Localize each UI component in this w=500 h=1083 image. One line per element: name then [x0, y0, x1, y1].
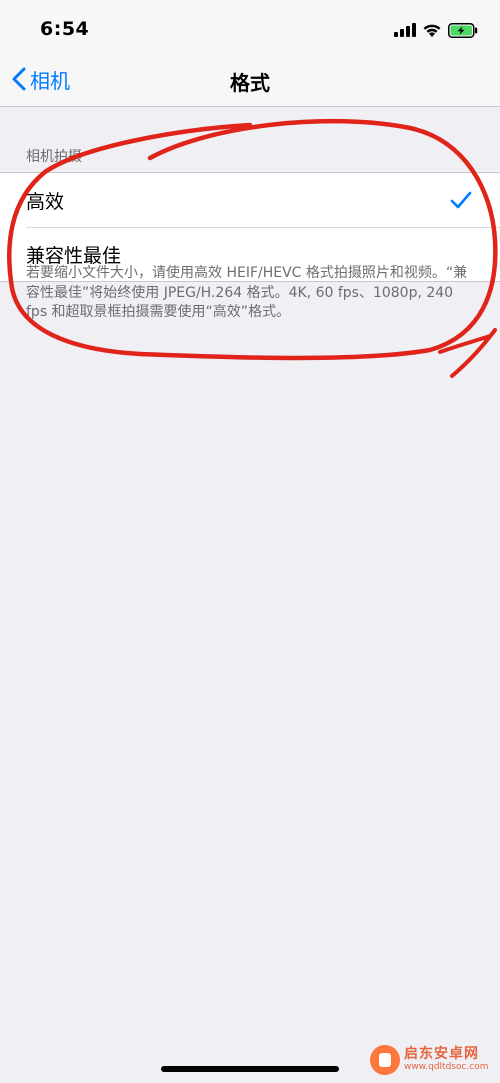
- home-indicator[interactable]: [161, 1066, 339, 1072]
- section-header: 相机拍摄: [26, 149, 82, 165]
- option-high-efficiency[interactable]: 高效: [0, 173, 500, 227]
- navigation-bar: 相机 格式: [0, 56, 500, 107]
- section-footer: 若要缩小文件大小，请使用高效 HEIF/HEVC 格式拍摄照片和视频。“兼容性最…: [26, 265, 468, 320]
- option-label: 高效: [26, 190, 65, 213]
- watermark-logo-icon: [370, 1045, 400, 1075]
- status-time: 6:54: [40, 18, 90, 40]
- signal-icon: [394, 23, 416, 37]
- battery-charging-icon: [448, 22, 478, 38]
- page-title: 格式: [230, 71, 270, 95]
- status-bar: 6:54: [0, 0, 500, 56]
- watermark-url: www.qdltdsoc.com: [404, 1061, 489, 1072]
- watermark-text: 启东安卓网 www.qdltdsoc.com: [404, 1046, 489, 1072]
- watermark: 启东安卓网 www.qdltdsoc.com: [370, 1040, 496, 1080]
- checkmark-icon: [450, 191, 472, 209]
- status-icons: [394, 21, 478, 39]
- wifi-icon: [423, 24, 441, 37]
- watermark-name: 启东安卓网: [404, 1046, 479, 1063]
